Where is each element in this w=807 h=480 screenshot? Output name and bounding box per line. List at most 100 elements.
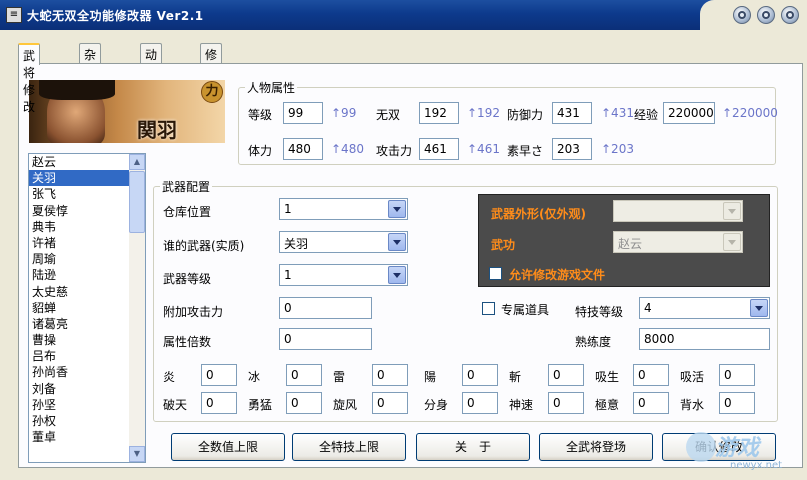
general-list-item[interactable]: 曹操 <box>29 332 145 348</box>
exp-field[interactable]: 220000 <box>663 102 715 124</box>
tab-settings[interactable]: 修改器设置 <box>200 43 223 130</box>
general-list-item[interactable]: 关羽 <box>29 170 145 187</box>
hp-label: 体力 <box>248 144 273 158</box>
tab-general-edit[interactable]: 武将修改 <box>18 43 41 114</box>
weapon-level-select[interactable]: 1 <box>279 264 408 286</box>
element-label: 吸生 <box>595 370 620 384</box>
proficiency-field[interactable]: 8000 <box>639 328 770 350</box>
special-level-label: 特技等级 <box>575 305 624 319</box>
element-field[interactable]: 0 <box>548 392 584 414</box>
appearance-select[interactable] <box>613 200 743 222</box>
special-level-select[interactable]: 4 <box>639 297 770 319</box>
general-list-item[interactable]: 孙尚香 <box>29 364 145 380</box>
general-list-item[interactable]: 周瑜 <box>29 251 145 267</box>
title-bar[interactable]: ≡ 大蛇无双全功能修改器 Ver2.1 <box>0 0 807 30</box>
element-label: 極意 <box>595 398 620 412</box>
extra-attack-label: 附加攻击力 <box>163 305 224 319</box>
general-list-item[interactable]: 张飞 <box>29 186 145 202</box>
exclusive-checkbox[interactable] <box>482 302 495 315</box>
general-list-item[interactable]: 夏侯惇 <box>29 203 145 219</box>
owner-select[interactable]: 关羽 <box>279 231 408 253</box>
window-title: 大蛇无双全功能修改器 Ver2.1 <box>27 9 204 23</box>
scroll-up-icon[interactable]: ▲ <box>129 154 145 170</box>
element-field[interactable]: 0 <box>719 364 755 386</box>
element-field[interactable]: 0 <box>372 364 408 386</box>
extra-attack-field[interactable]: 0 <box>279 297 372 319</box>
level-label: 等级 <box>248 108 273 122</box>
general-list-item[interactable]: 许褚 <box>29 235 145 251</box>
element-label: 冰 <box>248 370 261 384</box>
portrait-name: 関羽 <box>137 118 177 142</box>
general-list-item[interactable]: 孙坚 <box>29 397 145 413</box>
general-list-item[interactable]: 太史慈 <box>29 284 145 300</box>
musou-field[interactable]: 192 <box>419 102 459 124</box>
speed-field[interactable]: 203 <box>552 138 592 160</box>
musou-label: 无双 <box>376 108 401 122</box>
attr-mult-field[interactable]: 0 <box>279 328 372 350</box>
chevron-down-icon[interactable] <box>388 233 406 251</box>
general-list-item[interactable]: 赵云 <box>29 154 145 170</box>
skill-select[interactable]: 赵云 <box>613 231 743 253</box>
maximize-icon <box>762 11 770 19</box>
general-list-item[interactable]: 董卓 <box>29 429 145 445</box>
hp-field[interactable]: 480 <box>283 138 323 160</box>
general-list-item[interactable]: 吕布 <box>29 348 145 364</box>
general-list-item[interactable]: 典韦 <box>29 219 145 235</box>
element-label: 雷 <box>333 370 346 384</box>
list-scrollbar[interactable]: ▲ ▼ <box>129 154 145 462</box>
maximize-button[interactable] <box>757 6 775 24</box>
defense-field[interactable]: 431 <box>552 102 592 124</box>
tab-dynamic-edit[interactable]: 动态修改 <box>140 43 163 113</box>
general-list[interactable]: 赵云 关羽 张飞 夏侯惇 典韦 许褚 周瑜 陆逊 太史慈 貂蝉 诸葛亮 曹操 吕布 孙尚香 刘备 孙坚 孙权 董卓… <box>28 153 146 463</box>
max-all-stats-button[interactable]: 全数值上限 <box>171 433 285 461</box>
element-field[interactable]: 0 <box>286 364 322 386</box>
hp-max-hint: ↑480 <box>331 142 364 156</box>
chevron-down-icon[interactable] <box>723 202 741 220</box>
watermark-brand: 游戏 <box>715 436 760 461</box>
level-field[interactable]: 99 <box>283 102 323 124</box>
chevron-down-icon[interactable] <box>750 299 768 317</box>
element-field[interactable]: 0 <box>372 392 408 414</box>
element-field[interactable]: 0 <box>462 392 498 414</box>
weapon-level-label: 武器等级 <box>163 272 212 286</box>
chevron-down-icon[interactable] <box>723 233 741 251</box>
general-list-item[interactable]: 诸葛亮 <box>29 316 145 332</box>
element-field[interactable]: 0 <box>633 392 669 414</box>
scroll-down-icon[interactable]: ▼ <box>129 446 145 462</box>
scroll-thumb[interactable] <box>129 171 145 233</box>
attack-label: 攻击力 <box>376 144 413 158</box>
chevron-down-icon[interactable] <box>388 266 406 284</box>
element-field[interactable]: 0 <box>201 392 237 414</box>
about-button[interactable]: 关 于 <box>416 433 530 461</box>
element-field[interactable]: 0 <box>462 364 498 386</box>
element-label: 破天 <box>163 398 188 412</box>
element-field[interactable]: 0 <box>201 364 237 386</box>
weapon-level-value: 1 <box>284 268 292 282</box>
element-field[interactable]: 0 <box>719 392 755 414</box>
speed-label: 素早さ <box>507 144 544 158</box>
minimize-button[interactable] <box>733 6 751 24</box>
owner-label: 谁的武器(实质) <box>163 239 245 253</box>
element-field[interactable]: 0 <box>548 364 584 386</box>
general-list-item[interactable]: 貂蝉 <box>29 300 145 316</box>
appearance-label: 武器外形(仅外观) <box>491 207 586 221</box>
unlock-all-generals-button[interactable]: 全武将登场 <box>539 433 653 461</box>
max-all-skills-button[interactable]: 全特技上限 <box>292 433 406 461</box>
exclusive-label: 专属道具 <box>501 303 550 317</box>
element-field[interactable]: 0 <box>633 364 669 386</box>
general-list-item[interactable]: 孙权 <box>29 413 145 429</box>
weapon-legend: 武器配置 <box>162 180 211 194</box>
portrait-hair <box>39 80 115 100</box>
slot-select[interactable]: 1 <box>279 198 408 220</box>
attributes-legend: 人物属性 <box>247 81 296 95</box>
chevron-down-icon[interactable] <box>388 200 406 218</box>
watermark-logo-icon <box>686 432 716 462</box>
element-label: 斬 <box>509 370 522 384</box>
attack-field[interactable]: 461 <box>419 138 459 160</box>
close-button[interactable] <box>781 6 799 24</box>
general-list-item[interactable]: 陆逊 <box>29 267 145 283</box>
element-field[interactable]: 0 <box>286 392 322 414</box>
allow-modify-checkbox[interactable] <box>489 267 502 280</box>
general-list-item[interactable]: 刘备 <box>29 381 145 397</box>
tab-misc-edit[interactable]: 杂类修改 <box>79 43 102 113</box>
